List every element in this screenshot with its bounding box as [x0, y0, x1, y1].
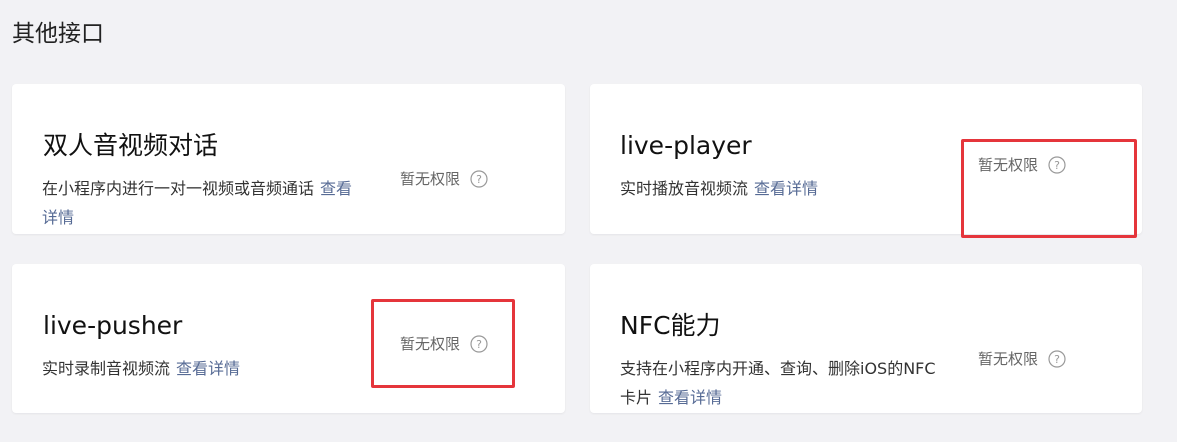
status-text: 暂无权限	[978, 350, 1039, 368]
card-title: NFC能力	[620, 311, 721, 340]
card-title: 双人音视频对话	[43, 131, 219, 160]
api-card-nfc: NFC能力 支持在小程序内开通、查询、删除iOS的NFC 卡片 查看详情 暂无权限 …	[590, 264, 1142, 413]
card-description: 实时播放音视频流 查看详情	[620, 174, 818, 203]
svg-text:?: ?	[1054, 353, 1060, 366]
permission-status: 暂无权限 ?	[978, 348, 1066, 369]
card-description: 在小程序内进行一对一视频或音频通话 查看 详情	[42, 174, 392, 232]
card-description: 支持在小程序内开通、查询、删除iOS的NFC 卡片 查看详情	[620, 354, 980, 412]
view-details-link[interactable]: 查看详情	[658, 388, 722, 407]
card-desc-text: 实时录制音视频流	[42, 359, 171, 378]
permission-status: 暂无权限 ?	[400, 168, 488, 189]
view-details-link[interactable]: 查看详情	[754, 179, 818, 198]
highlight-box-live-pusher	[371, 299, 515, 388]
card-desc-text: 支持在小程序内开通、查询、删除iOS的NFC	[620, 359, 936, 378]
view-details-link[interactable]: 查看详情	[176, 359, 240, 378]
card-desc-text-2: 卡片	[620, 388, 653, 407]
card-desc-text: 在小程序内进行一对一视频或音频通话	[42, 179, 315, 198]
api-card-video-call: 双人音视频对话 在小程序内进行一对一视频或音频通话 查看 详情 暂无权限 ?	[12, 84, 565, 234]
highlight-box-live-player	[961, 139, 1137, 238]
card-title: live-player	[620, 131, 752, 160]
section-title: 其他接口	[12, 21, 104, 47]
question-circle-icon[interactable]: ?	[1048, 349, 1066, 368]
card-description: 实时录制音视频流 查看详情	[42, 354, 240, 383]
question-circle-icon[interactable]: ?	[470, 169, 488, 188]
status-text: 暂无权限	[400, 170, 461, 188]
svg-text:?: ?	[476, 173, 482, 186]
card-desc-text: 实时播放音视频流	[620, 179, 749, 198]
card-title: live-pusher	[43, 311, 183, 340]
